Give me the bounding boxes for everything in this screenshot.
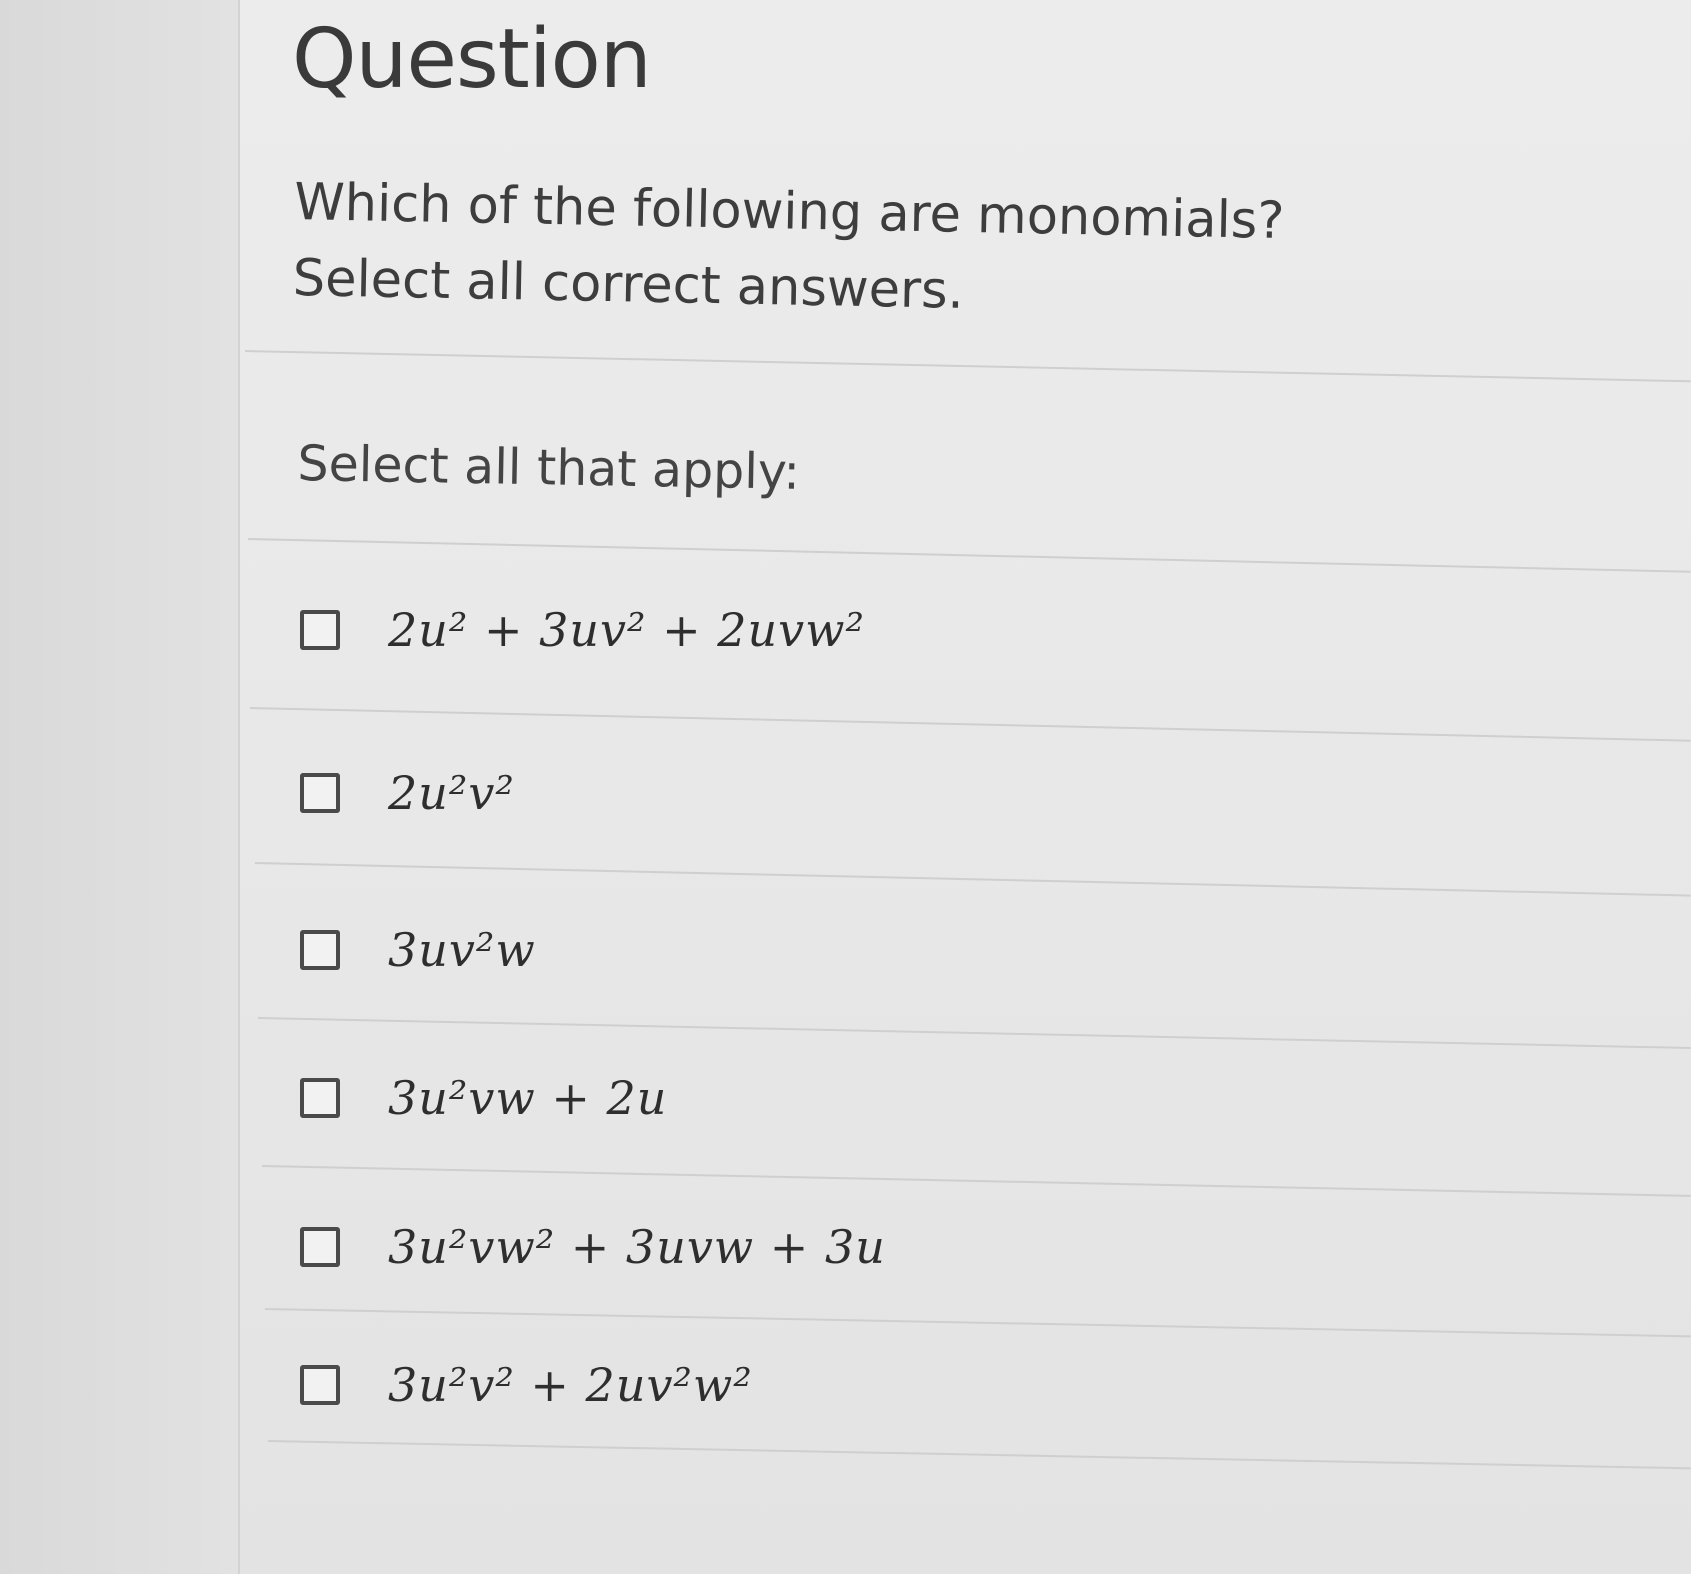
answer-option[interactable]: 3u²vw² + 3uvw + 3u [300,1217,886,1277]
answer-option[interactable]: 2u²v² [300,763,515,823]
checkbox[interactable] [300,930,340,970]
answer-option[interactable]: 3uv²w [300,920,536,980]
instruction-label: Select all that apply: [297,435,801,501]
answer-option[interactable]: 3u²vw + 2u [300,1068,667,1128]
option-expression: 3u²v² + 2uv²w² [388,1358,753,1412]
option-expression: 3u²vw + 2u [388,1071,668,1125]
answer-option[interactable]: 3u²v² + 2uv²w² [300,1355,753,1415]
checkbox[interactable] [300,773,340,813]
option-expression: 3u²vw² + 3uvw + 3u [388,1220,886,1274]
checkbox[interactable] [300,1078,340,1118]
checkbox[interactable] [300,1227,340,1267]
checkbox[interactable] [300,610,340,650]
answer-option[interactable]: 2u² + 3uv² + 2uvw² [300,600,865,660]
question-prompt: Which of the following are monomials? Se… [292,165,1285,336]
page-title: Question [292,12,652,107]
option-expression: 2u²v² [388,766,515,820]
page: Question Which of the following are mono… [0,0,1691,1574]
left-gutter [0,0,240,1574]
option-expression: 2u² + 3uv² + 2uvw² [388,603,865,657]
checkbox[interactable] [300,1365,340,1405]
option-expression: 3uv²w [388,923,536,977]
